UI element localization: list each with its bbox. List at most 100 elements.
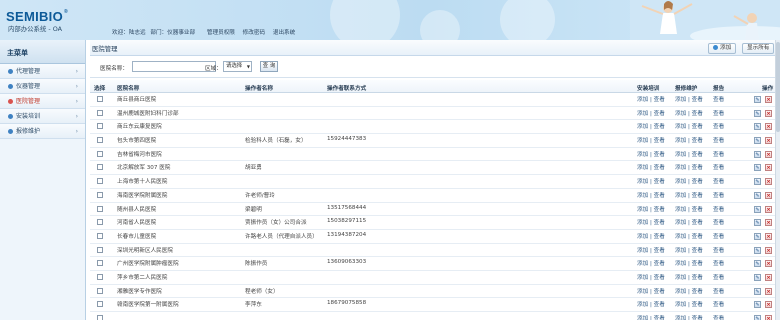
report-view-link[interactable]: 查看 — [713, 246, 724, 254]
report-view-link[interactable]: 查看 — [713, 177, 724, 185]
training-add-link[interactable]: 添加 — [637, 275, 648, 281]
repair-add-link[interactable]: 添加 — [675, 234, 686, 240]
row-checkbox[interactable] — [97, 150, 103, 157]
repair-add-link[interactable]: 添加 — [675, 193, 686, 199]
repair-add-link[interactable]: 添加 — [675, 275, 686, 281]
repair-view-link[interactable]: 查看 — [692, 248, 703, 254]
edit-icon[interactable]: ✎ — [754, 260, 761, 268]
repair-add-link[interactable]: 添加 — [675, 179, 686, 185]
add-button[interactable]: 添加 — [708, 43, 737, 54]
edit-icon[interactable]: ✎ — [754, 205, 761, 213]
repair-view-link[interactable]: 查看 — [692, 179, 703, 185]
row-checkbox[interactable] — [97, 219, 103, 226]
repair-view-link[interactable]: 查看 — [692, 302, 703, 308]
repair-add-link[interactable]: 添加 — [675, 302, 686, 308]
training-add-link[interactable]: 添加 — [637, 179, 648, 185]
delete-icon[interactable]: × — [765, 96, 772, 103]
delete-icon[interactable]: × — [765, 137, 772, 145]
delete-icon[interactable]: × — [765, 273, 772, 281]
training-add-link[interactable]: 添加 — [637, 165, 648, 171]
repair-view-link[interactable]: 查看 — [692, 289, 703, 295]
repair-add-link[interactable]: 添加 — [675, 165, 686, 171]
edit-icon[interactable]: ✎ — [754, 273, 761, 281]
delete-icon[interactable]: × — [765, 301, 772, 309]
report-view-link[interactable]: 查看 — [713, 273, 724, 281]
row-checkbox[interactable] — [97, 315, 103, 320]
report-view-link[interactable]: 查看 — [713, 232, 724, 240]
edit-icon[interactable]: ✎ — [754, 123, 761, 131]
edit-icon[interactable]: ✎ — [754, 301, 761, 309]
change-password-link[interactable]: 修改密码 — [243, 30, 265, 36]
report-view-link[interactable]: 查看 — [713, 259, 724, 267]
repair-view-link[interactable]: 查看 — [692, 220, 703, 226]
sidebar-item-agent[interactable]: 代理管理 › — [0, 64, 85, 79]
training-add-link[interactable]: 添加 — [637, 316, 648, 320]
row-checkbox[interactable] — [97, 191, 103, 198]
edit-icon[interactable]: ✎ — [754, 178, 761, 186]
hospital-name-input[interactable] — [132, 61, 216, 72]
delete-icon[interactable]: × — [765, 246, 772, 254]
training-view-link[interactable]: 查看 — [654, 207, 665, 213]
repair-view-link[interactable]: 查看 — [692, 193, 703, 199]
training-add-link[interactable]: 添加 — [637, 289, 648, 295]
repair-view-link[interactable]: 查看 — [692, 97, 703, 103]
training-add-link[interactable]: 添加 — [637, 220, 648, 226]
report-view-link[interactable]: 查看 — [713, 109, 724, 117]
training-view-link[interactable]: 查看 — [654, 138, 665, 144]
report-view-link[interactable]: 查看 — [713, 150, 724, 158]
delete-icon[interactable]: × — [765, 205, 772, 213]
repair-add-link[interactable]: 添加 — [675, 138, 686, 144]
training-view-link[interactable]: 查看 — [654, 165, 665, 171]
repair-add-link[interactable]: 添加 — [675, 316, 686, 320]
edit-icon[interactable]: ✎ — [754, 315, 761, 320]
training-add-link[interactable]: 添加 — [637, 138, 648, 144]
report-view-link[interactable]: 查看 — [713, 191, 724, 199]
report-view-link[interactable]: 查看 — [713, 287, 724, 295]
training-view-link[interactable]: 查看 — [654, 275, 665, 281]
training-view-link[interactable]: 查看 — [654, 302, 665, 308]
area-select[interactable]: 请选择 — [223, 61, 252, 72]
repair-add-link[interactable]: 添加 — [675, 220, 686, 226]
row-checkbox[interactable] — [97, 178, 103, 185]
sidebar-item-repair[interactable]: 报修维护 › — [0, 124, 85, 139]
row-checkbox[interactable] — [97, 260, 103, 267]
sidebar-item-instrument[interactable]: 仪器管理 › — [0, 79, 85, 94]
show-all-button[interactable]: 显示所有 — [742, 43, 775, 54]
training-add-link[interactable]: 添加 — [637, 248, 648, 254]
sidebar-item-training[interactable]: 安装培训 › — [0, 109, 85, 124]
training-add-link[interactable]: 添加 — [637, 193, 648, 199]
row-checkbox[interactable] — [97, 123, 103, 130]
training-view-link[interactable]: 查看 — [654, 97, 665, 103]
repair-add-link[interactable]: 添加 — [675, 207, 686, 213]
training-view-link[interactable]: 查看 — [654, 234, 665, 240]
repair-view-link[interactable]: 查看 — [692, 207, 703, 213]
repair-view-link[interactable]: 查看 — [692, 275, 703, 281]
row-checkbox[interactable] — [97, 232, 103, 239]
delete-icon[interactable]: × — [765, 109, 772, 117]
edit-icon[interactable]: ✎ — [754, 246, 761, 254]
delete-icon[interactable]: × — [765, 232, 772, 240]
delete-icon[interactable]: × — [765, 315, 772, 320]
row-checkbox[interactable] — [97, 301, 103, 308]
repair-add-link[interactable]: 添加 — [675, 97, 686, 103]
delete-icon[interactable]: × — [765, 178, 772, 186]
report-view-link[interactable]: 查看 — [713, 300, 724, 308]
row-checkbox[interactable] — [97, 287, 103, 294]
edit-icon[interactable]: ✎ — [754, 109, 761, 117]
repair-add-link[interactable]: 添加 — [675, 111, 686, 117]
training-add-link[interactable]: 添加 — [637, 302, 648, 308]
report-view-link[interactable]: 查看 — [713, 314, 724, 320]
repair-view-link[interactable]: 查看 — [692, 261, 703, 267]
row-checkbox[interactable] — [97, 246, 103, 253]
training-add-link[interactable]: 添加 — [637, 124, 648, 130]
sidebar-item-hospital[interactable]: 医院管理 › — [0, 94, 85, 109]
training-add-link[interactable]: 添加 — [637, 234, 648, 240]
training-add-link[interactable]: 添加 — [637, 111, 648, 117]
repair-view-link[interactable]: 查看 — [692, 234, 703, 240]
training-add-link[interactable]: 添加 — [637, 97, 648, 103]
edit-icon[interactable]: ✎ — [754, 164, 761, 172]
training-add-link[interactable]: 添加 — [637, 261, 648, 267]
edit-icon[interactable]: ✎ — [754, 287, 761, 295]
delete-icon[interactable]: × — [765, 260, 772, 268]
training-view-link[interactable]: 查看 — [654, 316, 665, 320]
